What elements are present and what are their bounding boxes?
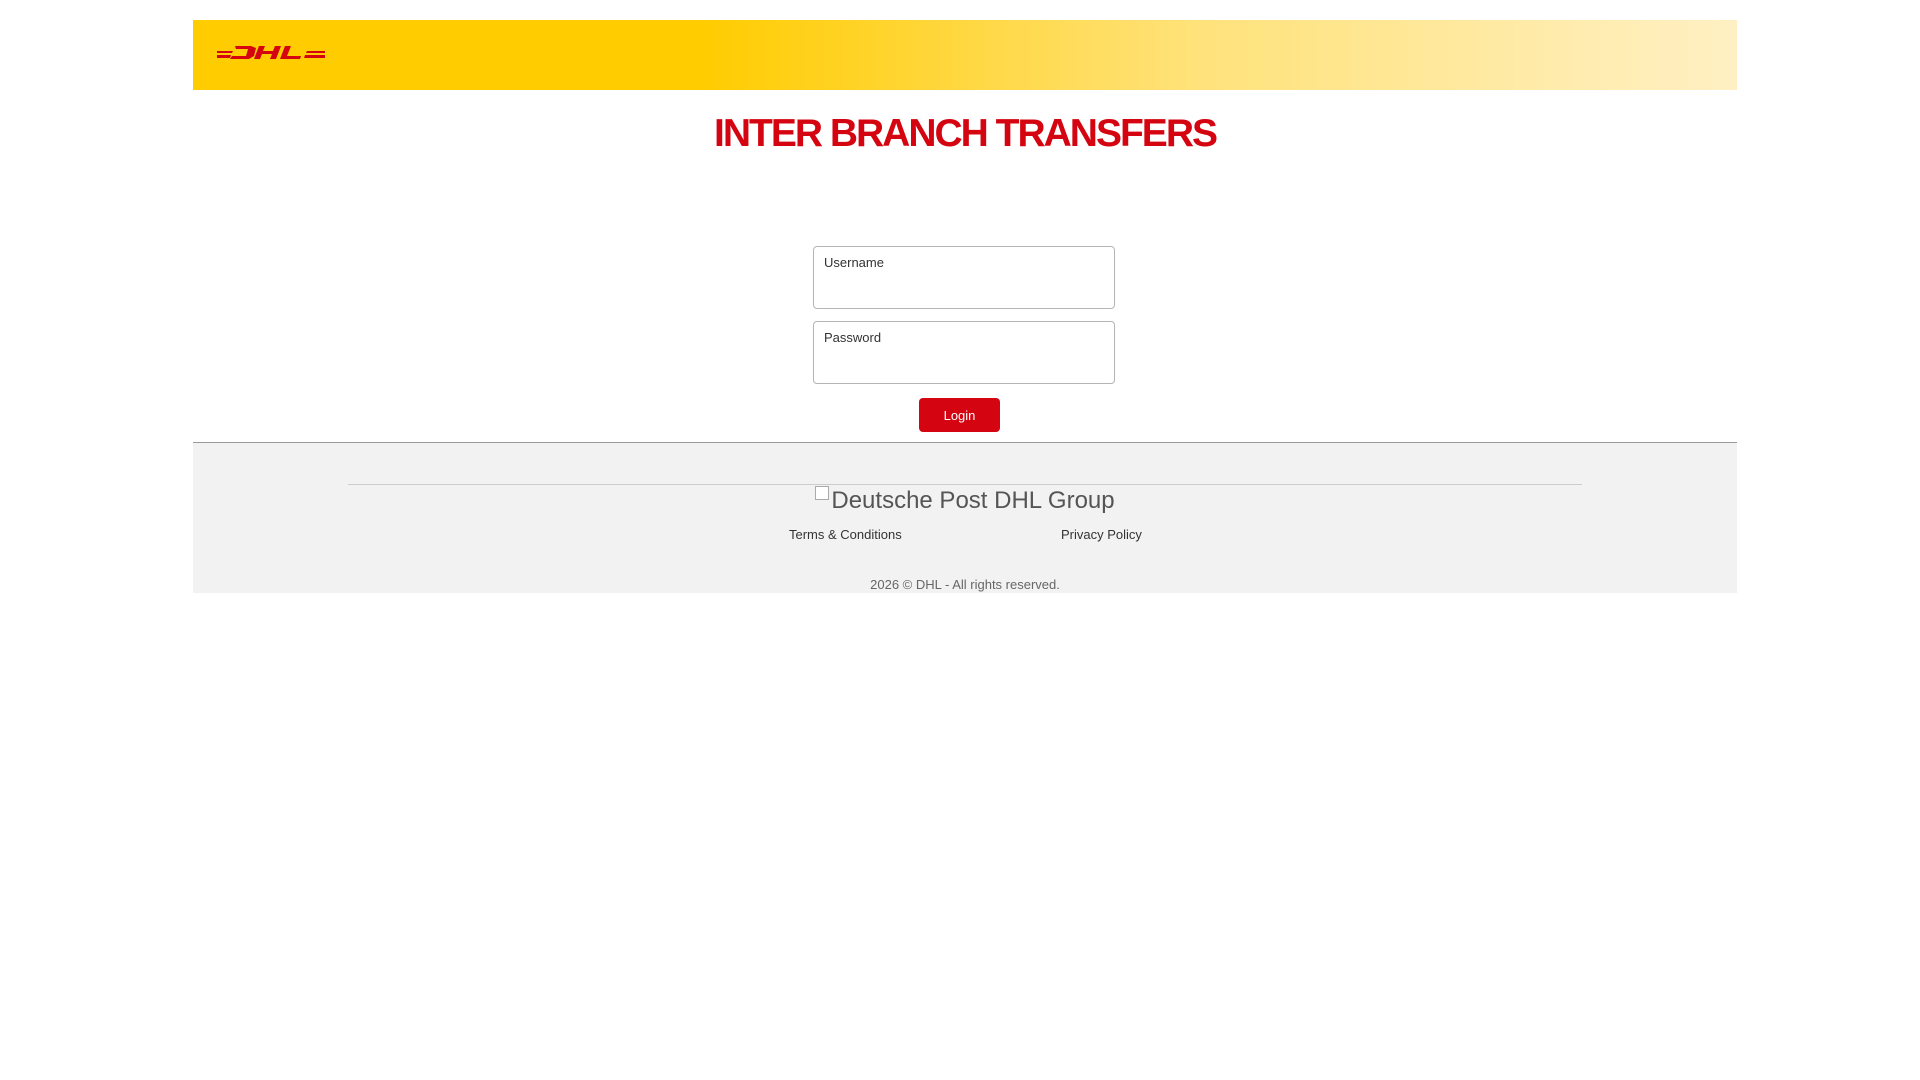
username-input[interactable] (823, 280, 1103, 302)
copyright-text: 2026 © DHL - All rights reserved. (870, 577, 1060, 592)
group-logo-image: Deutsche Post DHL Group (193, 486, 1737, 516)
username-label: Username (824, 255, 884, 270)
footer: Deutsche Post DHL Group Terms & Conditio… (193, 442, 1737, 593)
password-field[interactable]: Password (813, 321, 1115, 384)
password-input[interactable] (823, 355, 1103, 377)
terms-conditions-link[interactable]: Terms & Conditions (789, 527, 902, 542)
page-container: INTER BRANCH TRANSFERS Username Password… (193, 20, 1737, 593)
password-label: Password (824, 330, 882, 345)
login-section: INTER BRANCH TRANSFERS Username Password… (193, 90, 1737, 442)
login-button[interactable]: Login (919, 398, 1000, 432)
broken-image-icon (815, 486, 830, 500)
footer-divider (348, 484, 1582, 485)
page-title: INTER BRANCH TRANSFERS (714, 112, 1218, 155)
dhl-logo[interactable] (217, 42, 325, 62)
privacy-policy-link[interactable]: Privacy Policy (1061, 527, 1142, 542)
group-logo-alt-text: Deutsche Post DHL Group (831, 487, 1115, 514)
username-field[interactable]: Username (813, 246, 1115, 309)
header-bar (193, 20, 1737, 90)
